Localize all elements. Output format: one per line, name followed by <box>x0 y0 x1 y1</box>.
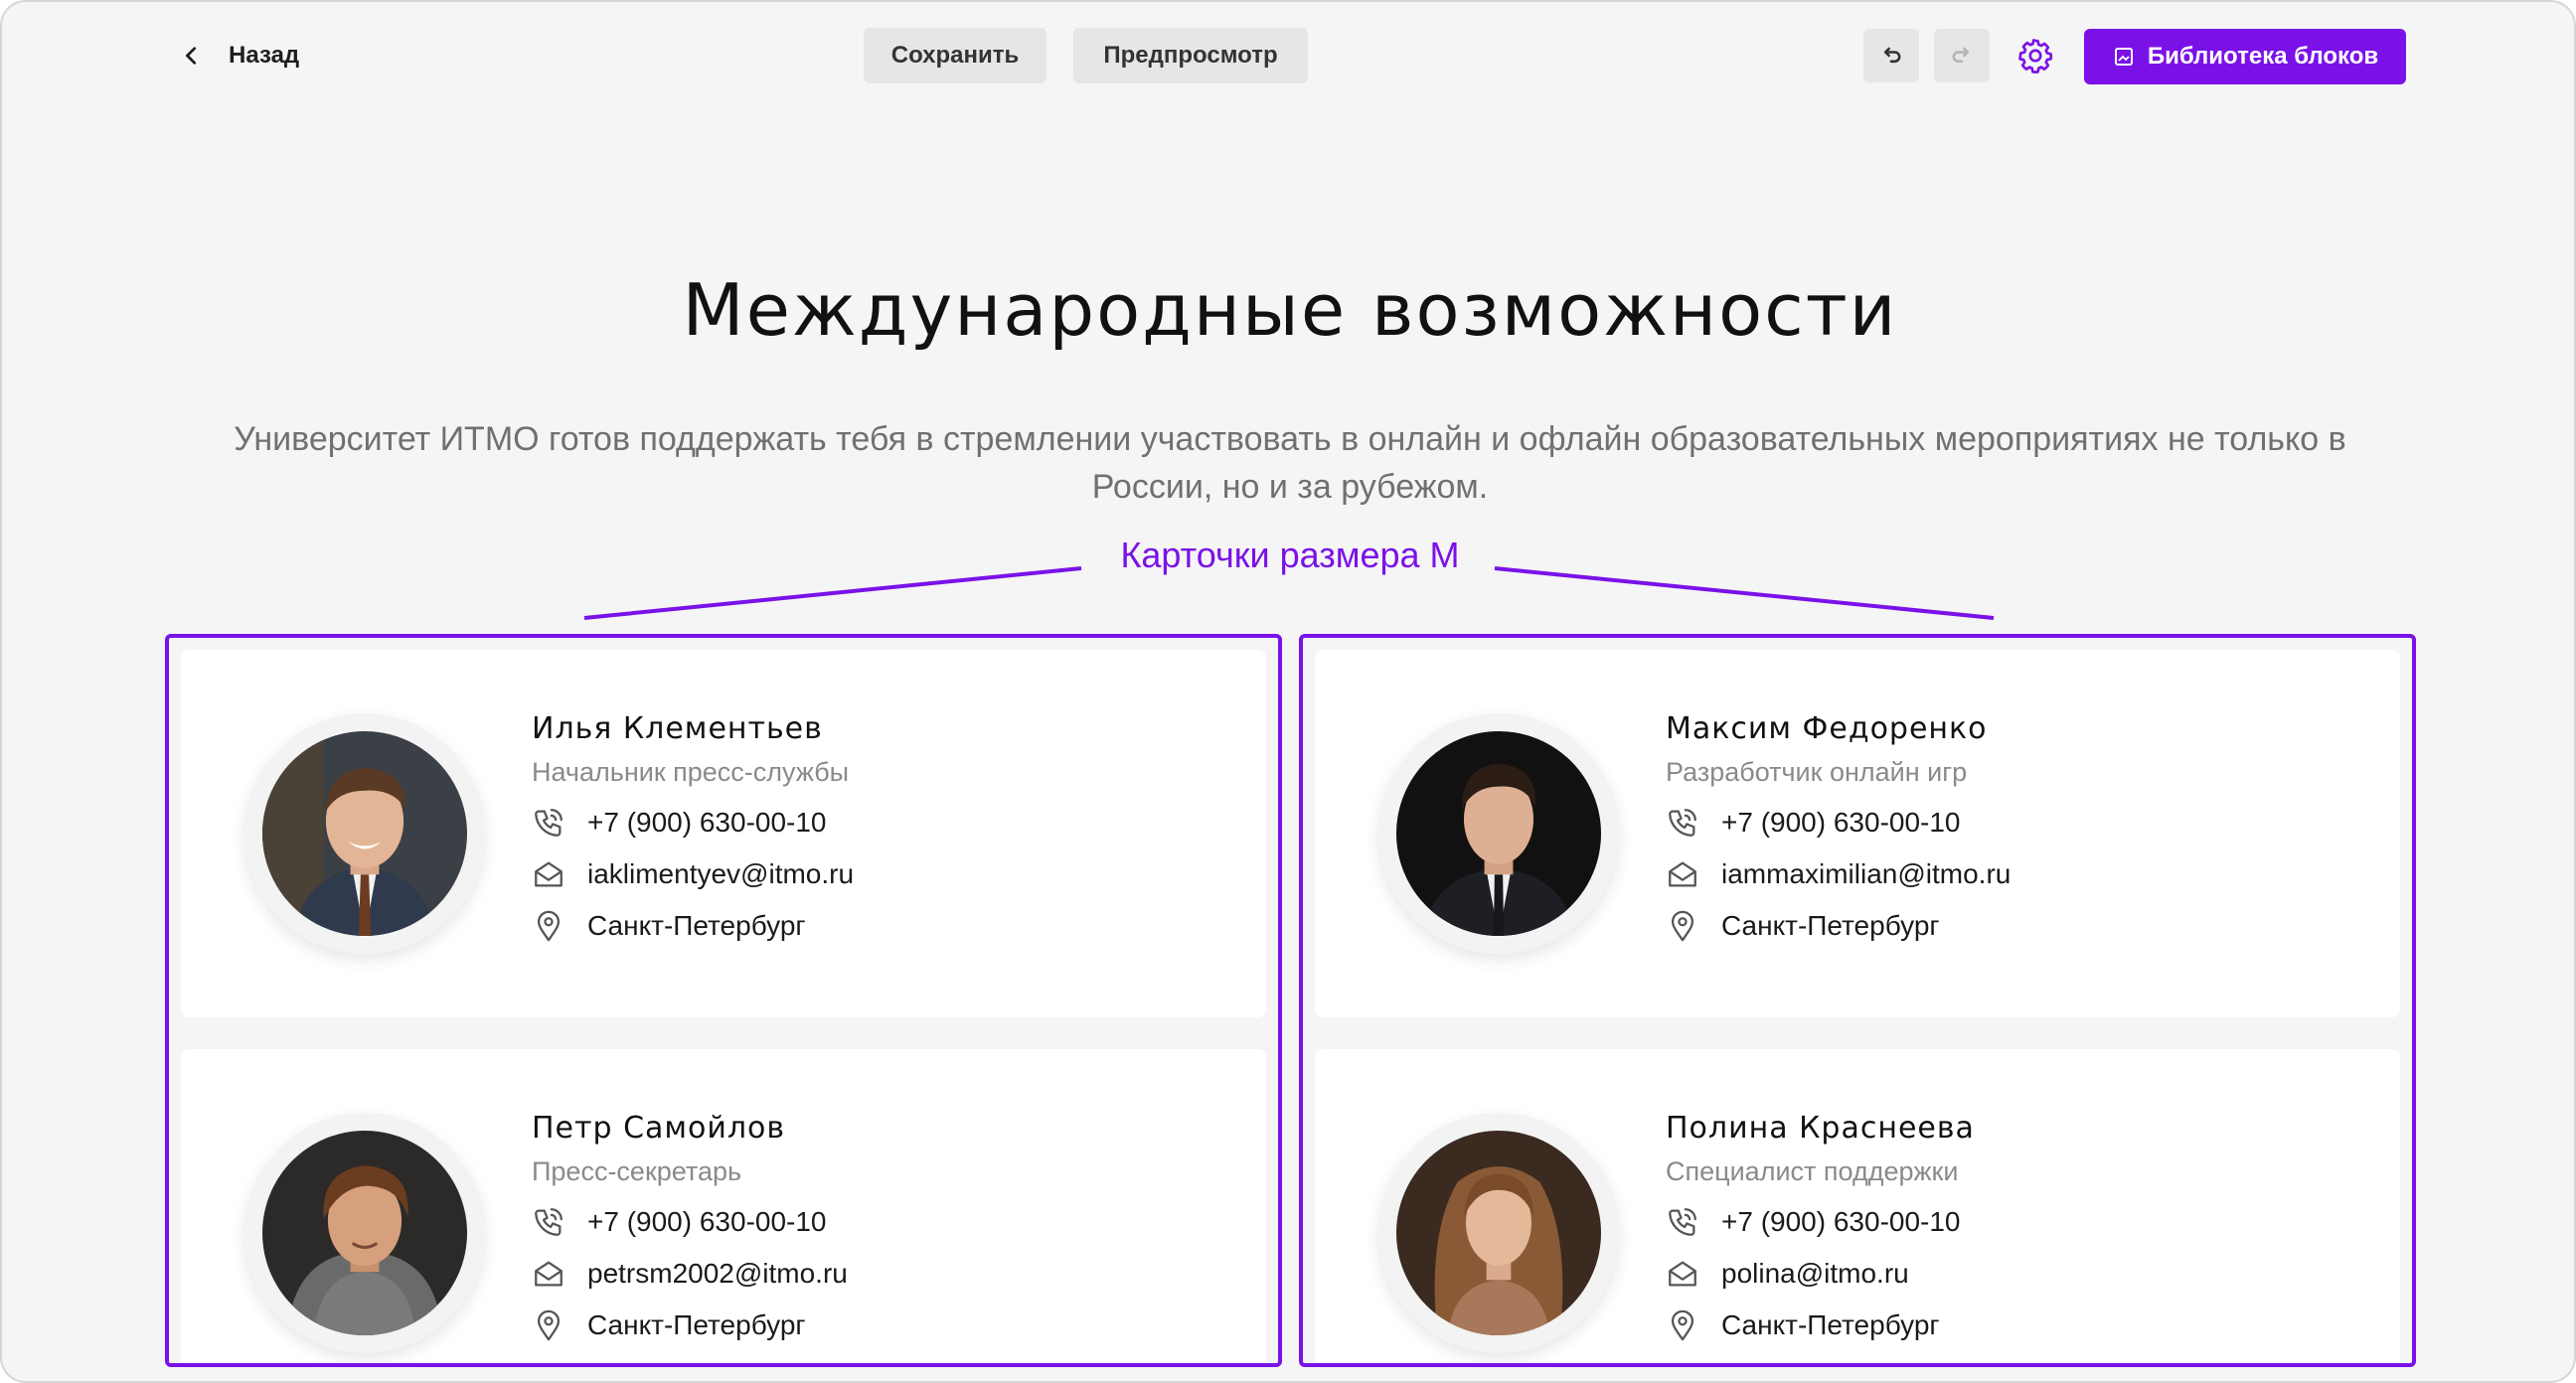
contact-phone[interactable]: +7 (900) 630-00-10 <box>1666 803 1961 843</box>
phone-icon <box>535 1208 563 1236</box>
card-group-left: Илья Клементьев Начальник пресс-службы +… <box>165 634 1282 1367</box>
phone-icon <box>1669 809 1696 837</box>
chevron-left-icon <box>186 47 197 65</box>
location-pin-icon <box>537 1309 561 1341</box>
preview-button[interactable]: Предпросмотр <box>1073 28 1308 83</box>
contact-role: Разработчик онлайн игр <box>1666 757 1968 787</box>
city-text: Санкт-Петербург <box>587 910 806 941</box>
contact-card[interactable]: Полина Краснеева Специалист поддержки +7… <box>1315 1049 2400 1363</box>
city-text: Санкт-Петербург <box>1721 910 1940 941</box>
avatar <box>244 1113 485 1353</box>
city-text: Санкт-Петербург <box>1721 1309 1940 1340</box>
contact-email[interactable]: iammaximilian@itmo.ru <box>1666 854 2011 894</box>
contact-city: Санкт-Петербург <box>532 906 806 946</box>
contact-card[interactable]: Петр Самойлов Пресс-секретарь +7 (900) 6… <box>181 1049 1266 1363</box>
email-text: polina@itmo.ru <box>1721 1258 1909 1289</box>
settings-button[interactable] <box>2013 34 2057 77</box>
contact-name: Петр Самойлов <box>532 1111 786 1146</box>
location-pin-icon <box>1671 1309 1694 1341</box>
phone-text: +7 (900) 630-00-10 <box>1721 1206 1961 1237</box>
card-group-right: Максим Федоренко Разработчик онлайн игр … <box>1299 634 2416 1367</box>
annotation-label: Карточки размера М <box>1120 535 1460 575</box>
avatar <box>1378 713 1619 954</box>
editor-window: Назад Сохранить Предпросмотр Библиотека … <box>0 0 2576 1383</box>
page-subtitle: Университет ИТМО готов поддержать тебя в… <box>234 420 2346 506</box>
undo-button[interactable] <box>1863 29 1919 82</box>
contact-email[interactable]: polina@itmo.ru <box>1666 1254 1909 1294</box>
undo-icon <box>1883 47 1901 64</box>
person-photo <box>1396 1131 1601 1335</box>
email-text: petrsm2002@itmo.ru <box>587 1258 848 1289</box>
page-title: Международные возможности <box>682 268 1898 352</box>
person-photo <box>262 1131 467 1335</box>
location-pin-icon <box>1671 910 1694 942</box>
contact-name: Илья Клементьев <box>532 711 823 746</box>
person-photo <box>1396 731 1601 936</box>
back-label: Назад <box>229 42 300 69</box>
contact-city: Санкт-Петербург <box>1666 1306 1940 1345</box>
phone-text: +7 (900) 630-00-10 <box>587 807 827 838</box>
location-pin-icon <box>537 910 561 942</box>
contact-role: Специалист поддержки <box>1666 1156 1959 1186</box>
contact-city: Санкт-Петербург <box>1666 906 1940 946</box>
contact-phone[interactable]: +7 (900) 630-00-10 <box>532 1202 827 1242</box>
contact-card[interactable]: Максим Федоренко Разработчик онлайн игр … <box>1315 650 2400 1017</box>
contact-city: Санкт-Петербург <box>532 1306 806 1345</box>
mail-icon <box>535 861 563 887</box>
avatar <box>244 713 485 954</box>
phone-text: +7 (900) 630-00-10 <box>587 1206 827 1237</box>
contact-card[interactable]: Илья Клементьев Начальник пресс-службы +… <box>181 650 1266 1017</box>
contact-email[interactable]: iaklimentyev@itmo.ru <box>532 854 854 894</box>
image-icon <box>2114 48 2133 66</box>
redo-button[interactable] <box>1934 29 1990 82</box>
avatar <box>1378 1113 1619 1353</box>
email-text: iammaximilian@itmo.ru <box>1721 858 2012 889</box>
contact-name: Максим Федоренко <box>1666 711 1988 746</box>
contact-role: Начальник пресс-службы <box>532 757 850 787</box>
block-library-label: Библиотека блоков <box>2147 43 2379 70</box>
contact-email[interactable]: petrsm2002@itmo.ru <box>532 1254 848 1294</box>
back-button[interactable]: Назад <box>181 34 299 77</box>
phone-text: +7 (900) 630-00-10 <box>1721 807 1961 838</box>
redo-icon <box>1952 47 1970 64</box>
gear-icon <box>2018 39 2053 74</box>
mail-icon <box>535 1261 563 1287</box>
block-library-button[interactable]: Библиотека блоков <box>2084 29 2406 84</box>
mail-icon <box>1669 1261 1696 1287</box>
contact-phone[interactable]: +7 (900) 630-00-10 <box>1666 1202 1961 1242</box>
contact-role: Пресс-секретарь <box>532 1156 742 1186</box>
phone-icon <box>1669 1208 1696 1236</box>
city-text: Санкт-Петербург <box>587 1309 806 1340</box>
save-button[interactable]: Сохранить <box>864 28 1046 83</box>
contact-name: Полина Краснеева <box>1666 1111 1975 1146</box>
email-text: iaklimentyev@itmo.ru <box>587 858 855 889</box>
person-photo <box>262 731 467 936</box>
contact-phone[interactable]: +7 (900) 630-00-10 <box>532 803 827 843</box>
phone-icon <box>535 809 563 837</box>
mail-icon <box>1669 861 1696 887</box>
